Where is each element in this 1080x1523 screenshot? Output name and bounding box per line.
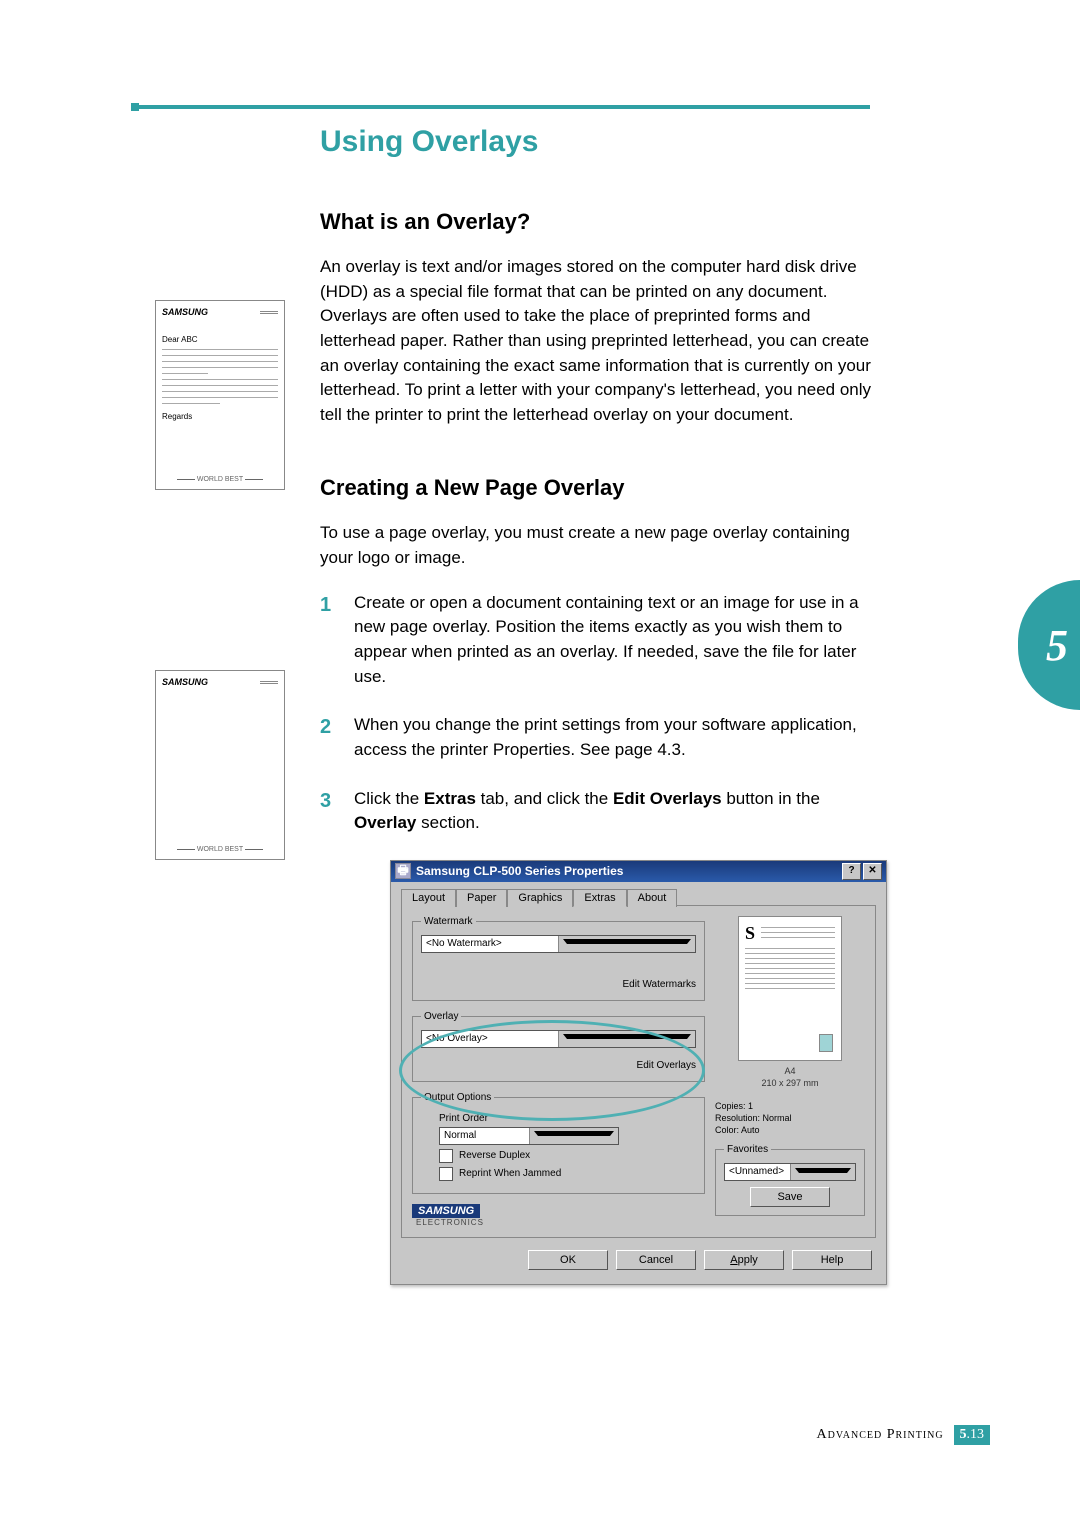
output-options-legend: Output Options: [421, 1092, 494, 1103]
page: SAMSUNG Dear ABC Regards WORLD BEST SAMS…: [0, 0, 1080, 1523]
regards-text: Regards: [162, 412, 278, 421]
header-rule: [133, 105, 870, 109]
tab-about[interactable]: About: [627, 889, 678, 907]
watermark-legend: Watermark: [421, 916, 476, 927]
close-button[interactable]: ✕: [863, 863, 882, 880]
step-3: 3 Click the Extras tab, and click the Ed…: [320, 787, 880, 836]
color-info: Color: Auto: [715, 1125, 865, 1137]
tab-extras[interactable]: Extras: [573, 889, 626, 907]
print-order-value: Normal: [440, 1128, 529, 1144]
save-favorite-button[interactable]: Save: [750, 1187, 830, 1207]
step-number: 3: [320, 787, 340, 836]
output-options-fieldset: Output Options Print Order Normal: [412, 1092, 705, 1194]
footer-text: WORLD BEST: [174, 476, 266, 483]
favorites-dropdown[interactable]: <Unnamed>: [724, 1163, 856, 1181]
reprint-jammed-checkbox[interactable]: Reprint When Jammed: [439, 1167, 696, 1181]
chevron-down-icon[interactable]: [790, 1164, 856, 1180]
intro-paragraph-2: To use a page overlay, you must create a…: [320, 521, 880, 570]
tab-bar: Layout Paper Graphics Extras About: [401, 888, 876, 906]
heading-1: Using Overlays: [320, 125, 880, 159]
ok-button[interactable]: OK: [528, 1250, 608, 1270]
help-button[interactable]: Help: [792, 1250, 872, 1270]
help-button[interactable]: ?: [842, 863, 861, 880]
dialog-screenshot: 🖶 Samsung CLP-500 Series Properties ? ✕ …: [390, 860, 880, 1285]
checkbox-icon: [439, 1149, 453, 1163]
step-text: Click the Extras tab, and click the Edit…: [354, 787, 880, 836]
samsung-logo: SAMSUNG: [412, 1204, 480, 1218]
heading-2b: Creating a New Page Overlay: [320, 475, 880, 501]
page-footer: Advanced Printing 5.13: [0, 1425, 990, 1445]
chapter-number: 5: [1046, 620, 1068, 671]
reverse-duplex-checkbox[interactable]: Reverse Duplex: [439, 1149, 696, 1163]
edit-overlays-button[interactable]: Edit Overlays: [637, 1058, 696, 1073]
overlay-example-illustration-1: SAMSUNG Dear ABC Regards WORLD BEST: [155, 300, 285, 490]
footer-pagebox: 5.13: [954, 1425, 991, 1445]
dialog-title: Samsung CLP-500 Series Properties: [416, 864, 623, 878]
step-2: 2 When you change the print settings fro…: [320, 713, 880, 762]
page-preview: S: [738, 916, 842, 1061]
watermark-fieldset: Watermark <No Watermark> Edit Watermarks: [412, 916, 705, 1001]
brand-sub: ELECTRONICS: [416, 1218, 705, 1227]
edit-watermarks-button[interactable]: Edit Watermarks: [622, 977, 696, 992]
main-content: Using Overlays What is an Overlay? An ov…: [320, 125, 880, 1285]
footer-text: WORLD BEST: [174, 846, 266, 853]
resolution-info: Resolution: Normal: [715, 1113, 865, 1125]
tab-content: Watermark <No Watermark> Edit Watermarks: [401, 905, 876, 1238]
chevron-down-icon[interactable]: [529, 1128, 619, 1144]
step-1: 1 Create or open a document containing t…: [320, 591, 880, 690]
apply-button[interactable]: Apply: [704, 1250, 784, 1270]
watermark-value: <No Watermark>: [422, 936, 558, 952]
tab-paper[interactable]: Paper: [456, 889, 507, 907]
dialog-button-row: OK Cancel Apply Help: [401, 1244, 876, 1274]
overlay-dropdown[interactable]: <No Overlay>: [421, 1030, 696, 1048]
chevron-down-icon[interactable]: [558, 936, 695, 952]
salutation-text: Dear ABC: [162, 335, 278, 344]
step-number: 1: [320, 591, 340, 690]
heading-2a: What is an Overlay?: [320, 209, 880, 235]
watermark-dropdown[interactable]: <No Watermark>: [421, 935, 696, 953]
tab-layout[interactable]: Layout: [401, 889, 456, 907]
printer-icon: 🖶: [395, 863, 411, 879]
properties-dialog: 🖶 Samsung CLP-500 Series Properties ? ✕ …: [390, 860, 887, 1285]
chapter-tab: 5: [1018, 580, 1080, 710]
cancel-button[interactable]: Cancel: [616, 1250, 696, 1270]
print-order-label: Print Order: [439, 1113, 696, 1124]
copies-info: Copies: 1: [715, 1101, 865, 1113]
step-text: Create or open a document containing tex…: [354, 591, 880, 690]
overlay-fieldset: Overlay <No Overlay> Edit Overlays: [412, 1011, 705, 1082]
overlay-example-illustration-2: SAMSUNG WORLD BEST: [155, 670, 285, 860]
favorites-value: <Unnamed>: [725, 1164, 790, 1180]
brand-logo: SAMSUNG: [162, 307, 208, 317]
preview-paper: A4: [715, 1066, 865, 1078]
intro-paragraph: An overlay is text and/or images stored …: [320, 255, 880, 427]
checkbox-icon: [439, 1167, 453, 1181]
favorites-fieldset: Favorites <Unnamed> Save: [715, 1144, 865, 1216]
overlay-legend: Overlay: [421, 1011, 461, 1022]
step-text: When you change the print settings from …: [354, 713, 880, 762]
chevron-down-icon[interactable]: [558, 1031, 695, 1047]
footer-section: Advanced Printing: [817, 1427, 944, 1442]
titlebar: 🖶 Samsung CLP-500 Series Properties ? ✕: [391, 861, 886, 882]
brand-logo: SAMSUNG: [162, 677, 208, 687]
tab-graphics[interactable]: Graphics: [507, 889, 573, 907]
step-list: 1 Create or open a document containing t…: [320, 591, 880, 836]
overlay-value: <No Overlay>: [422, 1031, 558, 1047]
print-order-dropdown[interactable]: Normal: [439, 1127, 619, 1145]
step-number: 2: [320, 713, 340, 762]
preview-dims: 210 x 297 mm: [715, 1078, 865, 1090]
favorites-legend: Favorites: [724, 1144, 771, 1155]
